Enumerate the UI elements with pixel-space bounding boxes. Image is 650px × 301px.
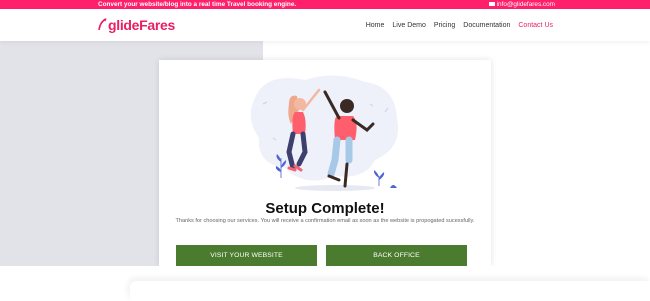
back-office-button[interactable]: BACK OFFICE bbox=[326, 245, 467, 266]
main-navbar: glideFares Home Live Demo Pricing Docume… bbox=[0, 9, 650, 41]
nav-menu: Home Live Demo Pricing Documentation Con… bbox=[358, 9, 553, 41]
top-announcement-bar: Convert your website/blog into a real ti… bbox=[0, 0, 650, 9]
nav-item-home[interactable]: Home bbox=[366, 22, 385, 29]
nav-item-documentation[interactable]: Documentation bbox=[463, 22, 510, 29]
tagline: Convert your website/blog into a real ti… bbox=[98, 1, 297, 8]
contact-email-text[interactable]: info@glidefares.com bbox=[497, 1, 555, 8]
contact-email[interactable]: info@glidefares.com bbox=[488, 0, 555, 9]
footer-panel bbox=[130, 281, 650, 301]
setup-complete-card: Setup Complete! Thanks for choosing our … bbox=[159, 60, 491, 266]
high-five-illustration bbox=[250, 75, 399, 191]
envelope-icon bbox=[488, 2, 495, 6]
logo-text[interactable]: glideFares bbox=[108, 17, 175, 33]
airplane-swoosh-icon bbox=[98, 18, 107, 31]
nav-item-live-demo[interactable]: Live Demo bbox=[392, 22, 425, 29]
visit-website-button[interactable]: VISIT YOUR WEBSITE bbox=[176, 245, 317, 266]
setup-complete-title: Setup Complete! bbox=[265, 200, 385, 217]
nav-item-contact-us[interactable]: Contact Us bbox=[518, 22, 553, 29]
site-logo[interactable]: glideFares bbox=[98, 16, 175, 34]
confirmation-message: Thanks for choosing our services. You wi… bbox=[175, 218, 475, 224]
nav-item-pricing[interactable]: Pricing bbox=[434, 22, 455, 29]
